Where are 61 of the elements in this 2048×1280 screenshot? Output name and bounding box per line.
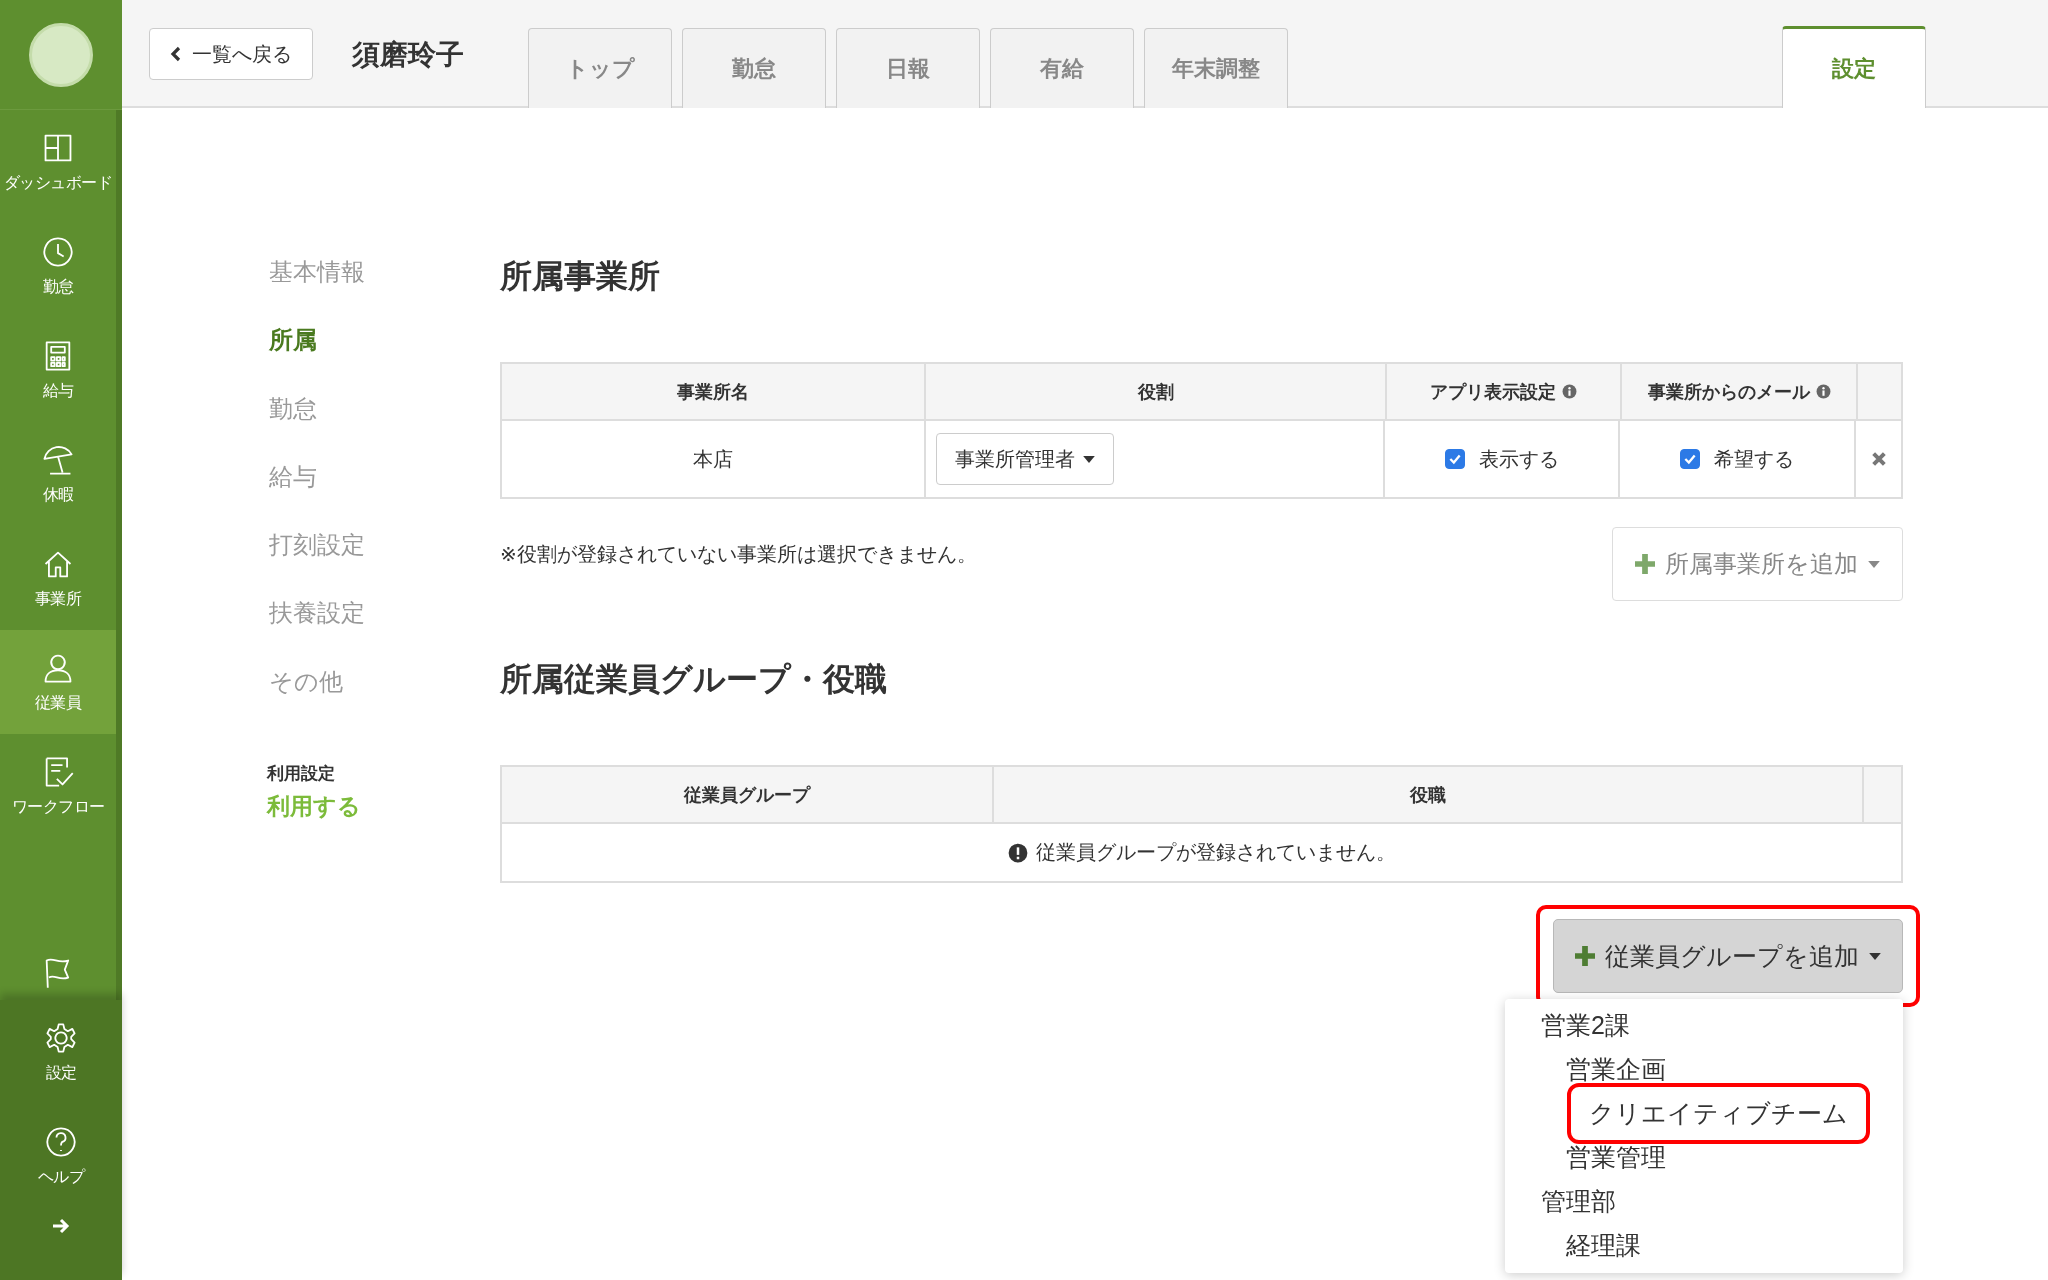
settings-nav-item[interactable]: 扶養設定 [269, 595, 500, 664]
settings-nav-item[interactable]: 勤怠 [269, 390, 500, 459]
display-checkbox[interactable]: 表示する [1444, 445, 1559, 473]
chevron-left-icon [170, 46, 182, 62]
settings-nav-item[interactable]: 基本情報 [269, 254, 500, 323]
sidebar-item[interactable]: 休暇 [0, 422, 116, 526]
info-icon[interactable] [1562, 384, 1577, 399]
sidebar-item[interactable]: 勤怠 [0, 214, 116, 318]
tab[interactable]: 日報 [836, 28, 980, 108]
sidebar-item[interactable]: ヘルプ [0, 1104, 122, 1208]
section-title: 所属事業所 [500, 257, 661, 296]
tab[interactable]: 勤怠 [682, 28, 826, 108]
nav-icon [44, 1020, 78, 1055]
delete-icon[interactable] [1870, 451, 1887, 467]
empty-message: 従業員グループが登録されていません。 [1035, 840, 1396, 865]
sidebar-item[interactable]: 従業員 [0, 630, 116, 734]
dropdown-item[interactable]: 管理部 [1541, 1182, 1616, 1220]
table-cell-text: 本店 [693, 446, 733, 472]
back-button[interactable]: 一覧へ戻る [149, 28, 313, 80]
add-group-button[interactable]: 従業員グループを追加 [1553, 919, 1903, 993]
mail-checkbox[interactable]: 希望する [1680, 445, 1794, 473]
dropdown-item[interactable]: 営業管理 [1566, 1138, 1666, 1176]
settings-nav-item[interactable]: 所属 [269, 322, 500, 391]
usage-link[interactable]: 利用する [267, 791, 500, 823]
sidebar-item[interactable]: 事業所 [0, 526, 116, 630]
tab[interactable]: トップ [528, 28, 672, 108]
column-header: 役割 [1137, 380, 1174, 404]
note-text: ※役割が登録されていない事業所は選択できません。 [500, 542, 977, 567]
caret-icon [1083, 455, 1095, 463]
plus-icon [1635, 554, 1655, 574]
expand-arrow-icon[interactable] [51, 1216, 71, 1236]
dropdown-item[interactable]: 営業企画 [1566, 1050, 1666, 1088]
column-header: アプリ表示設定 [1430, 380, 1556, 404]
checkmark-icon [1447, 452, 1462, 466]
section-title: 所属従業員グループ・役職 [500, 660, 888, 699]
checkmark-icon [1683, 452, 1697, 466]
column-header: 従業員グループ [684, 783, 810, 807]
caret-icon [1868, 560, 1880, 568]
settings-nav-item[interactable]: 給与 [269, 458, 500, 528]
settings-nav-item[interactable]: 打刻設定 [269, 527, 500, 596]
sidebar-item[interactable]: 設定 [0, 1000, 122, 1104]
info-icon[interactable] [1815, 384, 1831, 399]
sidebar-item[interactable]: ダッシュボード [0, 110, 116, 214]
dropdown-item[interactable]: 経理課 [1566, 1226, 1641, 1264]
add-office-button[interactable]: 所属事業所を追加 [1612, 527, 1903, 601]
tab[interactable]: 設定 [1782, 26, 1926, 108]
tab[interactable]: 有給 [990, 28, 1134, 108]
role-dropdown[interactable]: 事業所管理者 [936, 433, 1114, 485]
employee-name: 須磨玲子 [352, 38, 464, 72]
plus-icon [1575, 946, 1595, 966]
sidebar-item[interactable]: 給与 [0, 318, 116, 422]
caret-icon [1869, 952, 1881, 960]
tab[interactable]: 年末調整 [1144, 28, 1288, 108]
usage-label: 利用設定 [267, 763, 336, 786]
alert-icon [1007, 842, 1028, 863]
column-header: 事業所からのメール [1647, 380, 1810, 404]
dropdown-item[interactable]: 営業2課 [1541, 1006, 1630, 1044]
sidebar-item[interactable]: ワークフロー [0, 734, 116, 838]
settings-nav-item[interactable]: その他 [269, 663, 500, 733]
column-header: 役職 [1410, 783, 1446, 807]
column-header: 事業所名 [677, 380, 749, 404]
